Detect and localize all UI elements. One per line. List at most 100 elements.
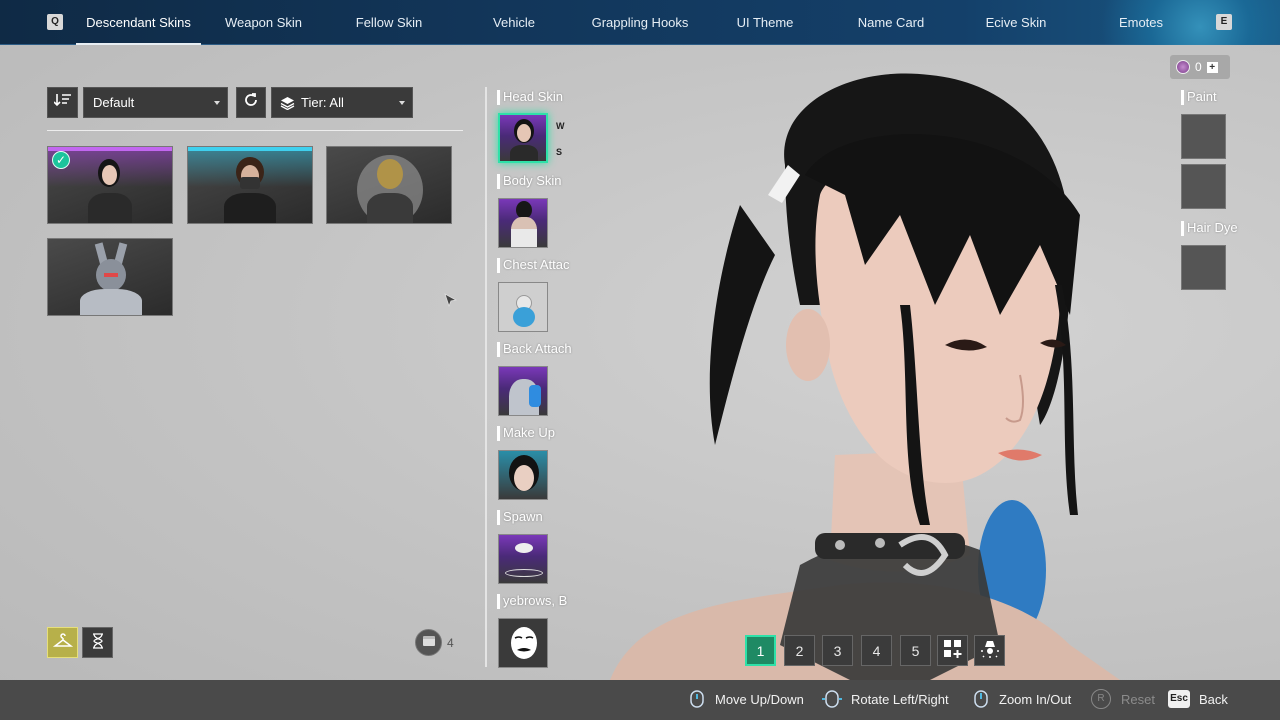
skin-card-4[interactable]	[47, 238, 173, 316]
lighting-button[interactable]	[974, 635, 1005, 666]
tab-weapon-skin[interactable]: Weapon Skin	[210, 0, 317, 45]
slot-eyebrows[interactable]	[498, 618, 548, 668]
sort-dropdown-value: Default	[93, 95, 135, 110]
storage-button[interactable]	[415, 629, 442, 656]
back-key: Esc	[1168, 690, 1190, 708]
top-navigation-bar: Q Descendant Skins Weapon Skin Fellow Sk…	[0, 0, 1280, 45]
reset-button[interactable]: Reset	[1121, 692, 1155, 707]
back-item	[529, 385, 541, 407]
paint-slot-1[interactable]	[1181, 114, 1226, 159]
hint-rotate: Rotate Left/Right	[851, 692, 949, 707]
slot-make-up[interactable]	[498, 450, 548, 500]
tab-grappling-hooks[interactable]: Grappling Hooks	[582, 0, 698, 45]
tier-dropdown[interactable]: Tier: All	[271, 87, 413, 118]
tab-vehicle[interactable]: Vehicle	[474, 0, 554, 45]
chest-icon	[422, 634, 436, 652]
slot-back-attachment[interactable]	[498, 366, 548, 416]
wardrobe-filter-button[interactable]	[47, 627, 78, 658]
portrait-body	[80, 289, 142, 315]
preset-button-4[interactable]: 4	[861, 635, 892, 666]
reset-key: R	[1091, 689, 1111, 709]
slot-chest-attachment[interactable]	[498, 282, 548, 332]
portrait-body	[224, 193, 276, 223]
slot-rail-divider	[485, 87, 487, 667]
hint-move: Move Up/Down	[715, 692, 804, 707]
portrait-body	[88, 193, 132, 223]
skin-card-3[interactable]	[326, 146, 452, 224]
penguin-body	[513, 307, 535, 327]
reset-filter-button[interactable]	[236, 87, 266, 118]
choker-stud	[875, 538, 885, 548]
portrait-body	[367, 193, 413, 223]
tab-ecive-skin[interactable]: Ecive Skin	[976, 0, 1056, 45]
hourglass-icon	[92, 633, 104, 652]
tier-dropdown-value: Tier: All	[301, 95, 344, 110]
portrait-body	[510, 145, 538, 161]
mouse-wheel-icon	[688, 689, 706, 709]
next-tab-key[interactable]: E	[1216, 14, 1232, 30]
preset-button-2[interactable]: 2	[784, 635, 815, 666]
mouse-cursor-icon	[444, 293, 458, 314]
slot-head-skin[interactable]	[498, 113, 548, 163]
prev-tab-key[interactable]: Q	[47, 14, 63, 30]
spawn-butterfly	[515, 543, 533, 553]
grid-plus-icon	[943, 639, 963, 662]
nav-decoration	[1080, 0, 1280, 45]
pigtail-shape	[709, 205, 775, 445]
tab-descendant-skins[interactable]: Descendant Skins	[76, 0, 201, 45]
layers-icon	[280, 96, 295, 110]
portrait-visor	[104, 273, 118, 277]
mouse-drag-icon	[821, 689, 843, 709]
skin-card-2[interactable]	[187, 146, 313, 224]
card-rarity-strip	[48, 147, 172, 151]
bottom-hint-bar	[0, 680, 1280, 720]
slot-label-spawn: Spawn	[497, 509, 573, 525]
portrait-outfit	[511, 229, 537, 247]
slot-body-skin[interactable]	[498, 198, 548, 248]
card-rarity-strip	[188, 147, 312, 151]
preset-button-5[interactable]: 5	[900, 635, 931, 666]
sort-descending-icon	[52, 93, 72, 112]
slot-label-head-skin: Head Skin	[497, 89, 573, 105]
lamp-icon	[980, 639, 1000, 662]
hair-dye-slot[interactable]	[1181, 245, 1226, 290]
currency-coin-icon	[1176, 60, 1190, 74]
slot-spawn[interactable]	[498, 534, 548, 584]
filter-divider	[47, 130, 463, 131]
add-preset-button[interactable]	[937, 635, 968, 666]
slot-label-eyebrows: yebrows, B	[497, 593, 573, 609]
portrait-face	[514, 465, 534, 491]
portrait-mask	[240, 177, 260, 189]
portrait-face	[517, 124, 531, 142]
head-skin-tag-s: S	[556, 147, 563, 157]
hint-zoom: Zoom In/Out	[999, 692, 1072, 707]
storage-count: 4	[447, 636, 454, 650]
add-currency-button[interactable]: +	[1206, 61, 1218, 73]
back-button[interactable]: Back	[1199, 692, 1228, 707]
equipped-check-icon: ✓	[52, 151, 70, 169]
preset-button-1[interactable]: 1	[745, 635, 776, 666]
lips-shape	[998, 449, 1042, 461]
sort-dropdown[interactable]: Default	[83, 87, 228, 118]
paint-slot-2[interactable]	[1181, 164, 1226, 209]
paint-label: Paint	[1181, 89, 1217, 105]
slot-label-back-attachment: Back Attach	[497, 341, 573, 357]
hair-dye-label: Hair Dye	[1181, 220, 1238, 236]
currency-amount: 0	[1195, 60, 1202, 74]
tab-fellow-skin[interactable]: Fellow Skin	[338, 0, 440, 45]
skin-card-1[interactable]: ✓	[47, 146, 173, 224]
head-skin-tag-w: W	[556, 121, 565, 131]
mouse-zoom-icon	[972, 689, 990, 709]
sort-order-button[interactable]	[47, 87, 78, 118]
limited-time-filter-button[interactable]	[82, 627, 113, 658]
refresh-icon	[243, 92, 259, 113]
tab-emotes[interactable]: Emotes	[1112, 0, 1170, 45]
spawn-ring	[505, 569, 543, 577]
preset-button-3[interactable]: 3	[822, 635, 853, 666]
portrait-helmet	[377, 159, 403, 189]
ear-shape	[786, 309, 830, 381]
tab-ui-theme[interactable]: UI Theme	[726, 0, 804, 45]
character-preview[interactable]	[600, 45, 1120, 680]
tab-name-card[interactable]: Name Card	[846, 0, 936, 45]
slot-label-chest-attachment: Chest Attac	[497, 257, 573, 273]
